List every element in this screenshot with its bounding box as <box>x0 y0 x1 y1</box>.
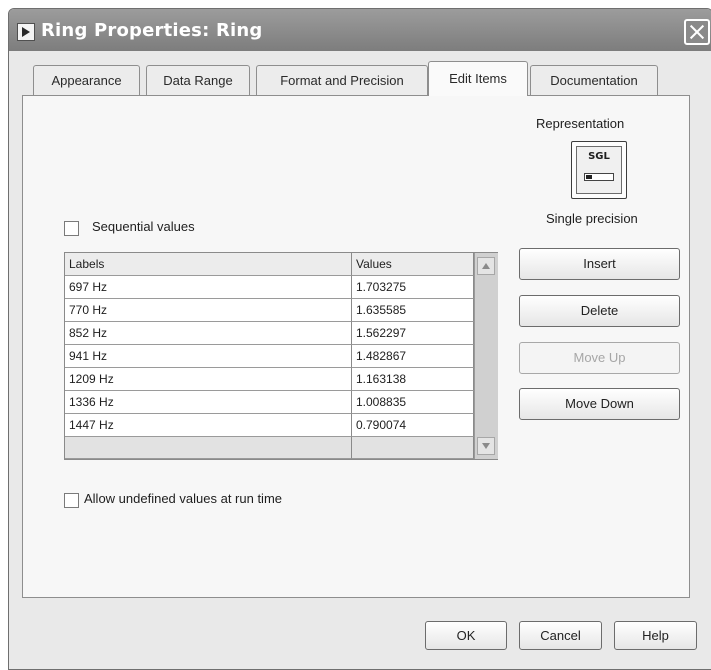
scroll-up-icon[interactable] <box>477 257 495 275</box>
cancel-button[interactable]: Cancel <box>519 621 602 650</box>
representation-type: Single precision <box>546 211 638 226</box>
table-row-value[interactable]: 1.635585 <box>352 299 474 322</box>
window-title: Ring Properties: Ring <box>41 20 263 41</box>
tab-edit-items[interactable]: Edit Items <box>428 61 528 96</box>
title-bar: Ring Properties: Ring <box>9 9 711 51</box>
move-down-button[interactable]: Move Down <box>519 388 680 420</box>
move-up-button[interactable]: Move Up <box>519 342 680 374</box>
representation-selector[interactable]: SGL <box>571 141 627 199</box>
tab-appearance[interactable]: Appearance <box>33 65 140 95</box>
table-scrollbar[interactable] <box>474 253 498 459</box>
labview-icon <box>17 23 35 41</box>
sgl-icon-text: SGL <box>588 151 610 162</box>
table-row-label[interactable]: 1209 Hz <box>65 368 352 391</box>
allow-undefined-label: Allow undefined values at run time <box>84 491 283 506</box>
table-row-empty-label[interactable] <box>65 437 352 459</box>
table-row-label[interactable]: 941 Hz <box>65 345 352 368</box>
delete-button[interactable]: Delete <box>519 295 680 327</box>
help-button[interactable]: Help <box>614 621 697 650</box>
insert-button[interactable]: Insert <box>519 248 680 280</box>
table-row-label[interactable]: 1447 Hz <box>65 414 352 437</box>
values-column-header[interactable]: Values <box>352 253 474 276</box>
table-row-value[interactable]: 1.163138 <box>352 368 474 391</box>
tab-documentation[interactable]: Documentation <box>530 65 658 95</box>
close-icon[interactable] <box>684 19 710 45</box>
sgl-icon: SGL <box>576 146 622 194</box>
table-row-label[interactable]: 697 Hz <box>65 276 352 299</box>
table-row-label[interactable]: 770 Hz <box>65 299 352 322</box>
tab-data-range[interactable]: Data Range <box>146 65 250 95</box>
allow-undefined-checkbox[interactable] <box>64 493 79 508</box>
table-row-value[interactable]: 1.703275 <box>352 276 474 299</box>
sequential-values-label: Sequential values <box>92 219 195 234</box>
table-row-label[interactable]: 852 Hz <box>65 322 352 345</box>
table-row-empty-value[interactable] <box>352 437 474 459</box>
labels-column-header[interactable]: Labels <box>65 253 352 276</box>
ok-button[interactable]: OK <box>425 621 507 650</box>
numeric-indicator-glyph <box>584 173 614 181</box>
table-row-value[interactable]: 1.482867 <box>352 345 474 368</box>
representation-label: Representation <box>536 116 625 131</box>
tab-format-and-precision[interactable]: Format and Precision <box>256 65 428 95</box>
table-row-label[interactable]: 1336 Hz <box>65 391 352 414</box>
table-row-value[interactable]: 1.562297 <box>352 322 474 345</box>
table-row-value[interactable]: 1.008835 <box>352 391 474 414</box>
items-table: Labels Values 697 Hz 1.703275 770 Hz 1.6… <box>64 252 498 460</box>
sequential-values-checkbox[interactable] <box>64 221 79 236</box>
table-row-value[interactable]: 0.790074 <box>352 414 474 437</box>
scroll-down-icon[interactable] <box>477 437 495 455</box>
